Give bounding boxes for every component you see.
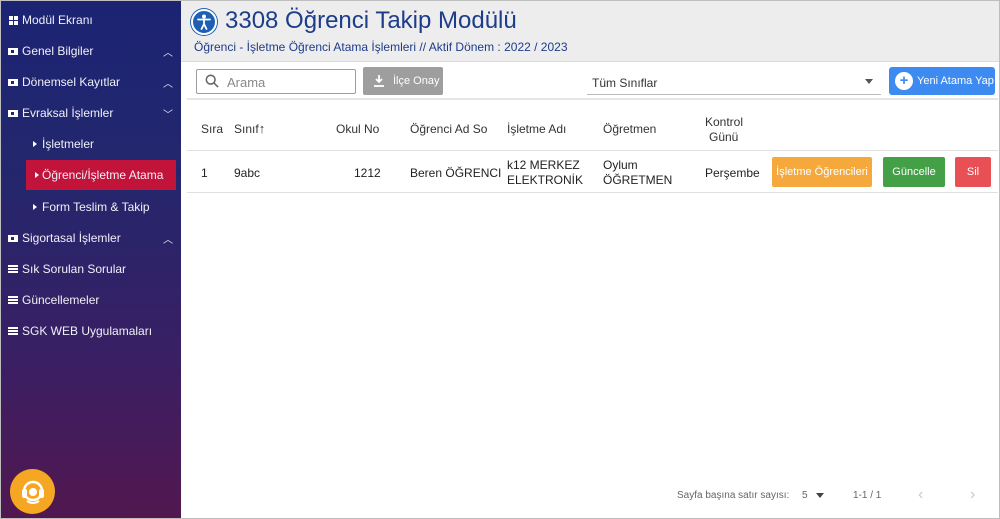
cell-okul-no: 1212 [354, 166, 381, 180]
new-assignment-button[interactable]: + Yeni Atama Yap [889, 67, 995, 95]
sidebar-item-label: Form Teslim & Takip [42, 200, 150, 214]
cell-ogrenci: Beren ÖĞRENCI [410, 166, 502, 180]
pagination: Sayfa başına satır sayısı: 5 1-1 / 1 ‹ › [187, 480, 998, 510]
sidebar-item-sigortasal-islemler[interactable]: Sigortasal İşlemler ︿ [0, 223, 181, 253]
page-header: 3308 Öğrenci Takip Modülü Öğrenci - İşle… [181, 0, 1000, 62]
sidebar-item-label: Sigortasal İşlemler [22, 231, 121, 245]
caret-right-icon [30, 139, 40, 149]
sidebar-item-modul-ekrani[interactable]: Modül Ekranı [0, 5, 181, 35]
sidebar-item-isletmeler[interactable]: İşletmeler [0, 129, 181, 159]
column-header-ogretmen[interactable]: Öğretmen [603, 122, 656, 136]
headset-icon [21, 480, 44, 504]
column-header-ogrenci[interactable]: Öğrenci Ad So [410, 122, 487, 136]
car-icon [8, 46, 18, 56]
chevron-up-icon: ︿ [163, 47, 173, 59]
next-page-icon[interactable]: › [970, 486, 975, 504]
plus-circle-icon: + [895, 72, 913, 90]
car-icon [8, 233, 18, 243]
car-icon [8, 77, 18, 87]
cell-isletme-line1: k12 MERKEZ [507, 158, 580, 172]
sidebar-item-guncellemeler[interactable]: Güncellemeler [0, 285, 181, 315]
accessibility-icon [191, 9, 217, 35]
cell-kontrol-gunu: Perşembe [705, 166, 760, 180]
sidebar-item-sss[interactable]: Sık Sorulan Sorular [0, 254, 181, 284]
chevron-down-icon [865, 79, 873, 84]
sidebar-item-label: Öğrenci/İşletme Atama [42, 168, 164, 182]
sidebar-item-evraksal-islemler[interactable]: Evraksal İşlemler ﹀ [0, 98, 181, 128]
sidebar-item-sgk-web[interactable]: SGK WEB Uygulamaları [0, 316, 181, 346]
cell-isletme-line2: ELEKTRONİK [507, 173, 584, 187]
page-title: 3308 Öğrenci Takip Modülü [225, 7, 517, 34]
chevron-up-icon: ︿ [163, 78, 173, 90]
sidebar-item-label: Dönemsel Kayıtlar [22, 75, 121, 89]
page-subtitle: Öğrenci - İşletme Öğrenci Atama İşlemler… [194, 40, 568, 54]
sidebar-item-label: Sık Sorulan Sorular [22, 262, 127, 276]
sidebar-item-label: Evraksal İşlemler [22, 106, 114, 120]
cell-sinif: 9abc [234, 166, 261, 180]
ilce-onay-label: İlçe Onay [393, 75, 440, 87]
download-icon [374, 75, 384, 87]
cell-ogretmen-line1: Oylum [603, 158, 638, 172]
sidebar-item-ogrenci-isletme-atama[interactable]: Öğrenci/İşletme Atama [26, 160, 176, 190]
sidebar-item-label: SGK WEB Uygulamaları [22, 324, 153, 338]
ilce-onay-button[interactable]: İlçe Onay [363, 67, 443, 95]
caret-down-icon [816, 492, 825, 498]
list-icon [8, 295, 18, 305]
grid-icon [8, 15, 18, 25]
toolbar: İlçe Onay Tüm Sınıflar + Yeni Atama Yap [187, 62, 998, 100]
chevron-down-icon: ﹀ [163, 109, 173, 121]
cell-ogretmen-line2: ÖĞRETMEN [603, 173, 673, 187]
cell-sira: 1 [201, 166, 208, 180]
support-button[interactable] [10, 469, 55, 514]
car-icon [8, 108, 18, 118]
column-header-sinif[interactable]: Sınıf↑ [234, 121, 265, 136]
column-header-isletme[interactable]: İşletme Adı [507, 122, 566, 136]
table-header: Sıra Sınıf↑ Okul No Öğrenci Ad So İşletm… [187, 108, 998, 151]
prev-page-icon[interactable]: ‹ [918, 486, 923, 504]
column-header-okul-no[interactable]: Okul No [336, 122, 379, 136]
sort-arrow-up-icon: ↑ [258, 121, 266, 136]
isletme-ogrencileri-button[interactable]: İşletme Öğrencileri [772, 157, 872, 187]
table-row: 1 9abc 1212 Beren ÖĞRENCI k12 MERKEZ ELE… [187, 151, 998, 193]
sidebar-item-label: Güncellemeler [22, 293, 100, 307]
column-header-sira[interactable]: Sıra [201, 122, 223, 136]
column-header-label: Sınıf [234, 122, 259, 136]
search-input[interactable] [227, 73, 347, 91]
class-select-value: Tüm Sınıflar [592, 76, 658, 90]
chevron-up-icon: ︿ [163, 234, 173, 246]
sidebar-item-label: Genel Bilgiler [22, 44, 94, 58]
rows-per-page-value: 5 [802, 490, 808, 501]
sidebar-item-form-teslim-takip[interactable]: Form Teslim & Takip [0, 192, 181, 222]
caret-right-icon [32, 170, 42, 180]
sidebar-item-donemsel-kayitlar[interactable]: Dönemsel Kayıtlar ︿ [0, 67, 181, 97]
list-icon [8, 326, 18, 336]
column-header-kontrol[interactable]: Kontrol [705, 115, 743, 129]
class-select[interactable]: Tüm Sınıflar [587, 67, 881, 95]
column-header-gunu[interactable]: Günü [709, 130, 738, 144]
caret-right-icon [30, 202, 40, 212]
new-assignment-label: Yeni Atama Yap [917, 75, 994, 87]
sil-button[interactable]: Sil [955, 157, 991, 187]
sidebar-item-genel-bilgiler[interactable]: Genel Bilgiler ︿ [0, 36, 181, 66]
guncelle-button[interactable]: Güncelle [883, 157, 945, 187]
sidebar-item-label: Modül Ekranı [22, 13, 93, 27]
page-range: 1-1 / 1 [853, 490, 882, 501]
rows-per-page-select[interactable]: 5 [802, 490, 825, 501]
list-icon [8, 264, 18, 274]
sidebar: Modül Ekranı Genel Bilgiler ︿ Dönemsel K… [0, 0, 181, 519]
sidebar-item-label: İşletmeler [42, 137, 95, 151]
search-box[interactable] [196, 69, 356, 94]
rows-per-page-label: Sayfa başına satır sayısı: [677, 490, 790, 501]
search-icon [205, 74, 219, 88]
